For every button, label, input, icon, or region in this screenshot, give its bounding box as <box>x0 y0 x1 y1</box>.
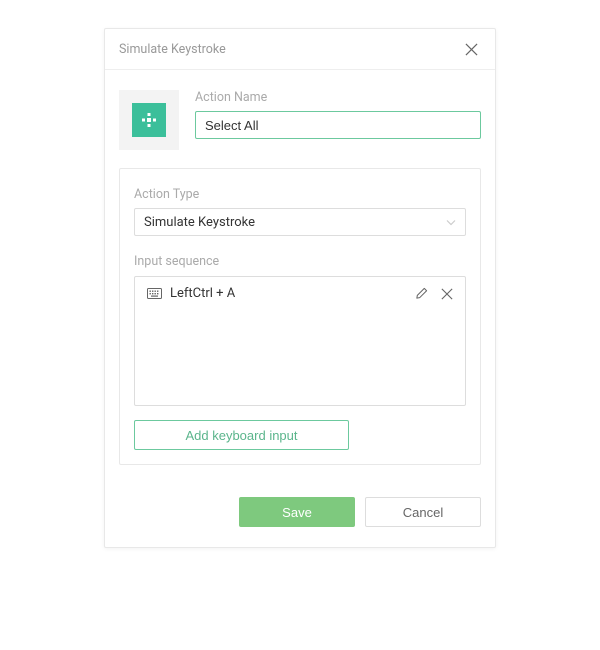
save-button[interactable]: Save <box>239 497 355 527</box>
add-button-label: Add keyboard input <box>185 428 297 443</box>
close-icon[interactable] <box>461 39 481 59</box>
sequence-item-actions <box>413 286 455 302</box>
action-name-input[interactable] <box>195 111 481 139</box>
add-keyboard-input-button[interactable]: Add keyboard input <box>134 420 349 450</box>
input-sequence-label: Input sequence <box>134 254 219 269</box>
action-name-label: Action Name <box>195 90 481 105</box>
input-sequence-group: Input sequence <box>134 250 466 406</box>
save-button-label: Save <box>282 505 312 520</box>
delete-icon[interactable] <box>439 286 455 302</box>
dialog-footer: Save Cancel <box>105 479 495 547</box>
sequence-item-text: LeftCtrl + A <box>170 286 405 301</box>
dialog-title: Simulate Keystroke <box>119 42 226 57</box>
dialog-header: Simulate Keystroke <box>105 29 495 70</box>
chevron-down-icon <box>446 215 456 230</box>
sequence-item[interactable]: LeftCtrl + A <box>135 277 465 310</box>
action-icon-block <box>119 90 179 150</box>
top-row: Action Name <box>119 90 481 150</box>
action-type-group: Action Type Simulate Keystroke <box>134 183 466 236</box>
action-details-box: Action Type Simulate Keystroke Input seq… <box>119 168 481 465</box>
input-sequence-box: LeftCtrl + A <box>134 276 466 406</box>
keystroke-badge-icon <box>132 103 166 137</box>
action-type-label: Action Type <box>134 187 199 202</box>
dialog-body: Action Name Action Type Simulate Keystro… <box>105 70 495 479</box>
action-type-select[interactable]: Simulate Keystroke <box>134 208 466 236</box>
action-name-section: Action Name <box>195 90 481 139</box>
edit-icon[interactable] <box>413 286 429 302</box>
cancel-button[interactable]: Cancel <box>365 497 481 527</box>
cancel-button-label: Cancel <box>403 505 443 520</box>
action-type-value: Simulate Keystroke <box>144 215 255 230</box>
simulate-keystroke-dialog: Simulate Keystroke Action Name <box>104 28 496 548</box>
keyboard-icon <box>147 284 162 303</box>
